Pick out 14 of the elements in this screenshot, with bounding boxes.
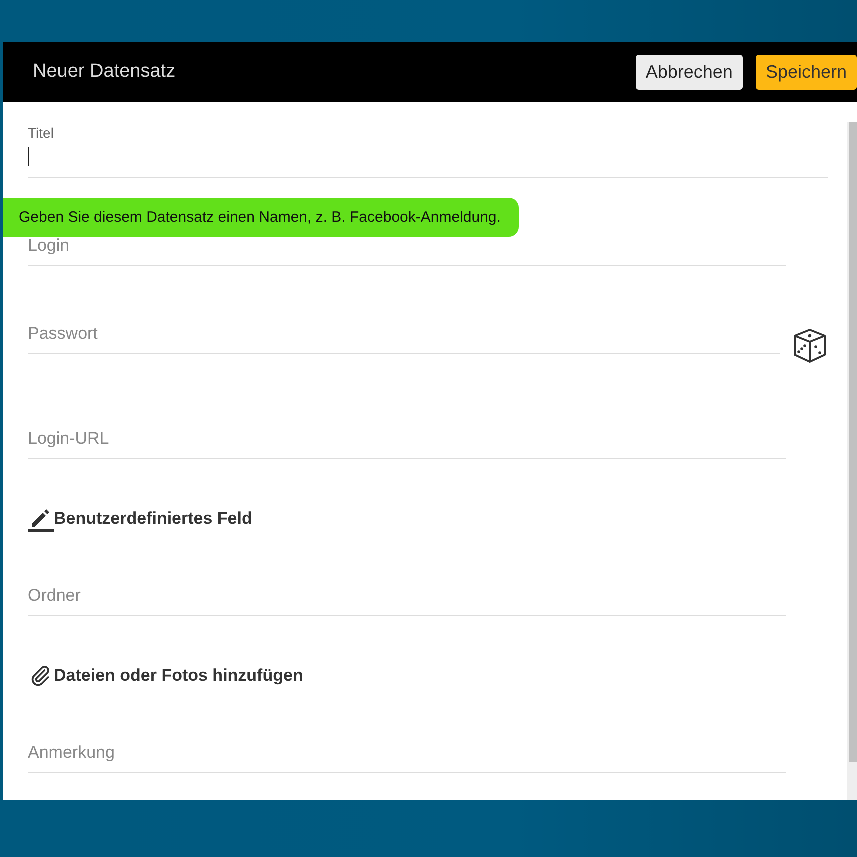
- password-field[interactable]: Passwort: [28, 313, 780, 354]
- paperclip-icon: [30, 665, 52, 687]
- save-button[interactable]: Speichern: [756, 54, 857, 90]
- input-field[interactable]: Login-URL: [28, 418, 786, 459]
- scrollbar[interactable]: [847, 122, 857, 800]
- input-field[interactable]: Titel: [28, 120, 828, 178]
- tooltip: Geben Sie diesem Datensatz einen Namen, z. B. Facebook-Anmeldung.: [3, 198, 519, 237]
- dialog-title: Neuer Datensatz: [33, 61, 176, 83]
- input-field[interactable]: Anmerkung: [28, 732, 786, 773]
- cancel-button[interactable]: Abbrechen: [636, 54, 743, 90]
- add-custom-field-link[interactable]: Benutzerdefiniertes Feld: [28, 499, 847, 539]
- dice-icon[interactable]: [792, 328, 828, 364]
- input-field[interactable]: Ordner: [28, 575, 786, 616]
- add-attachment-link[interactable]: Dateien oder Fotos hinzufügen: [28, 656, 847, 696]
